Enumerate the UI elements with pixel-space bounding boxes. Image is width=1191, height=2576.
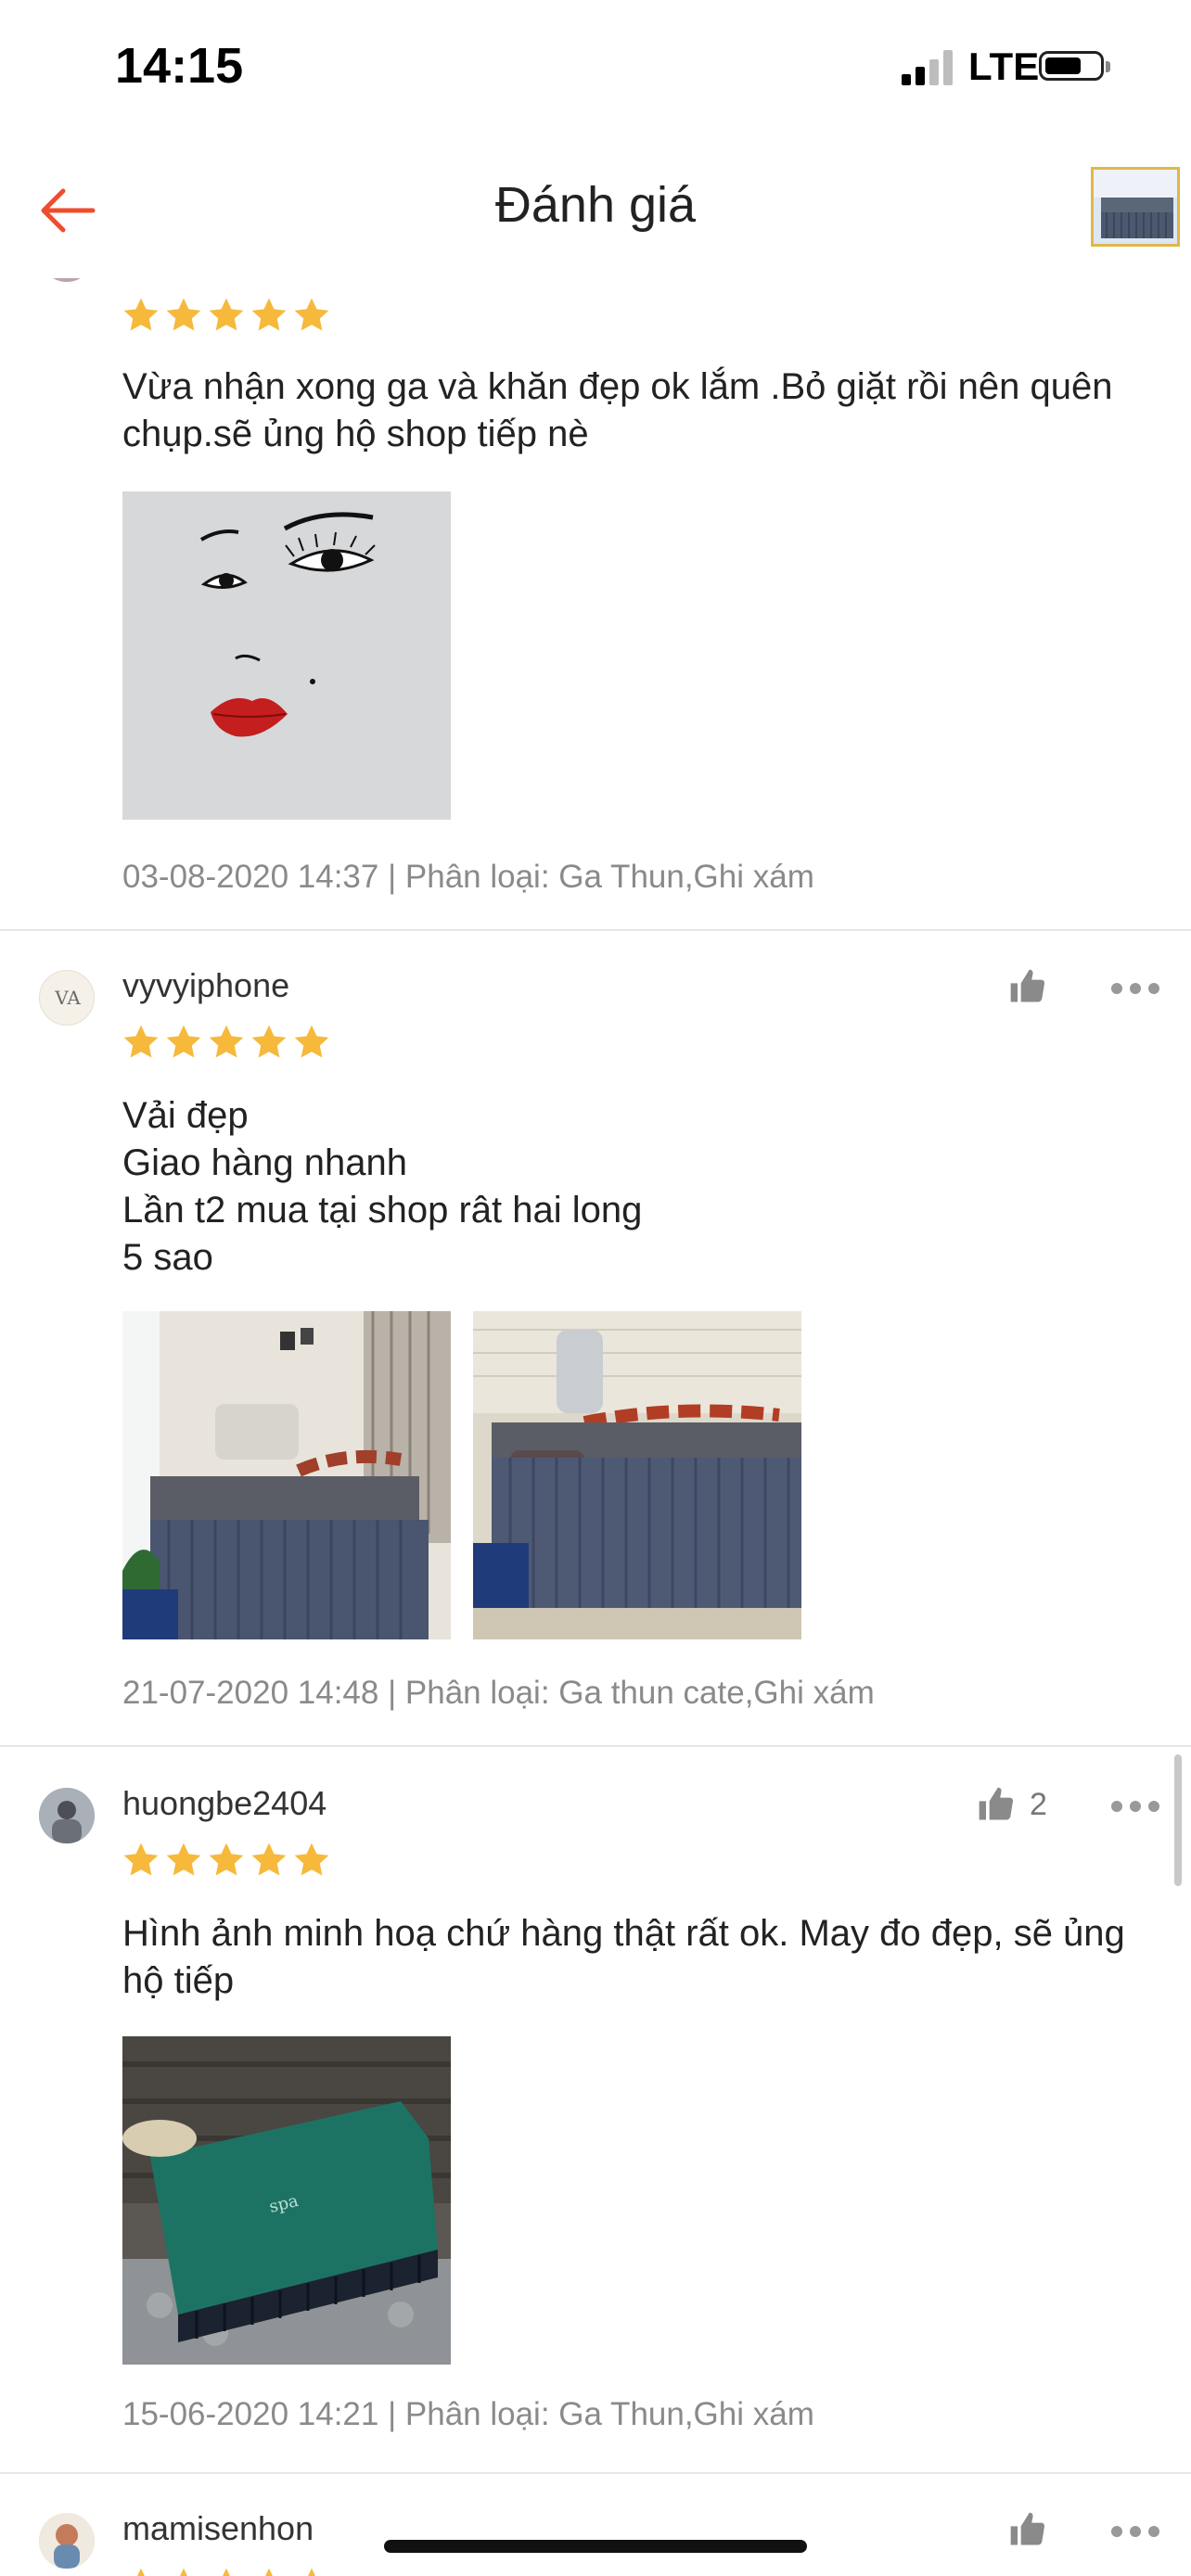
avatar[interactable] xyxy=(39,1788,95,1843)
review-item: Vừa nhận xong ga và khăn đẹp ok lắm .Bỏ … xyxy=(0,278,1191,931)
star-icon xyxy=(137,2568,145,2576)
review-meta: 15-06-2020 14:21 | Phân loại: Ga Thun,Gh… xyxy=(122,2396,814,2432)
green-towel-bed-photo[interactable]: spa xyxy=(122,2036,451,2365)
more-options-button[interactable] xyxy=(1111,2526,1159,2539)
battery-icon xyxy=(1039,51,1110,81)
star-icon xyxy=(223,2568,230,2576)
review-meta: 21-07-2020 14:48 | Phân loại: Ga thun ca… xyxy=(122,1675,875,1711)
like-button[interactable] xyxy=(1007,964,1061,1009)
star-icon xyxy=(265,2568,273,2576)
rating-stars xyxy=(121,1840,332,1881)
reviews-list[interactable]: Vừa nhận xong ga và khăn đẹp ok lắm .Bỏ … xyxy=(0,278,1191,2576)
rating-stars xyxy=(121,1022,332,1063)
star-icon xyxy=(294,298,329,331)
star-icon xyxy=(251,1025,287,1058)
star-icon xyxy=(294,1025,329,1058)
star-icon xyxy=(123,298,159,331)
review-item: mamisenhon xyxy=(0,2472,1191,2576)
review-text-line: Lần t2 mua tại shop rât hai long xyxy=(122,1190,643,1231)
review-username[interactable]: huongbe2404 xyxy=(122,1784,327,1823)
star-icon xyxy=(123,1843,159,1876)
star-icon xyxy=(209,1843,244,1876)
review-username[interactable]: vyvyiphone xyxy=(122,966,289,1005)
star-icon xyxy=(251,1843,287,1876)
spa-bed-photo[interactable] xyxy=(122,1311,451,1639)
like-button[interactable] xyxy=(1007,2507,1061,2552)
avatar[interactable] xyxy=(39,2513,95,2569)
star-icon xyxy=(180,2568,187,2576)
svg-text:VA: VA xyxy=(54,987,81,1009)
star-icon xyxy=(251,298,287,331)
star-icon xyxy=(166,1843,201,1876)
review-text-line: Giao hàng nhanh xyxy=(122,1142,407,1183)
review-text: Vải đẹp Giao hàng nhanh Lần t2 mua tại s… xyxy=(122,1092,1143,1282)
avatar[interactable]: VA xyxy=(39,970,95,1026)
review-text: Vừa nhận xong ga và khăn đẹp ok lắm .Bỏ … xyxy=(122,366,1113,454)
star-icon xyxy=(209,298,244,331)
thumbs-up-icon xyxy=(1010,969,1045,1002)
review-item: huongbe2404 2 Hình ảnh minh hoạ chứ hàng… xyxy=(0,1747,1191,2474)
star-icon xyxy=(308,2568,315,2576)
rating-stars xyxy=(121,2565,332,2576)
scrollbar[interactable] xyxy=(1174,1754,1182,1886)
more-options-button[interactable] xyxy=(1111,1801,1159,1814)
star-icon xyxy=(166,298,201,331)
status-bar: 14:15 LTE xyxy=(0,0,1191,139)
rating-stars xyxy=(121,295,332,336)
product-thumbnail[interactable] xyxy=(1091,167,1180,247)
page-title: Đánh giá xyxy=(494,177,697,233)
star-icon xyxy=(166,1025,201,1058)
star-icon xyxy=(123,1025,159,1058)
review-text-line: Vải đẹp xyxy=(122,1095,249,1136)
home-indicator[interactable] xyxy=(384,2540,807,2553)
like-button[interactable]: 2 xyxy=(976,1782,1047,1827)
review-text: Hình ảnh minh hoạ chứ hàng thật rất ok. … xyxy=(122,1913,1125,2001)
review-item: VA vyvyiphone Vải đẹp Giao hàng nhanh Lầ… xyxy=(0,929,1191,1747)
thumbs-up-icon xyxy=(979,1787,1014,1820)
header: Đánh giá xyxy=(0,139,1191,278)
like-count: 2 xyxy=(1030,1786,1047,1822)
bed-skirt-photo[interactable] xyxy=(473,1311,801,1639)
star-icon xyxy=(294,1843,329,1876)
review-username[interactable]: mamisenhon xyxy=(122,2509,314,2548)
signal-icon xyxy=(902,50,957,85)
face-drawing-photo[interactable] xyxy=(122,491,451,820)
thumbs-up-icon xyxy=(1010,2512,1045,2545)
more-options-button[interactable] xyxy=(1111,983,1159,996)
star-icon xyxy=(209,1025,244,1058)
avatar[interactable] xyxy=(39,278,95,282)
review-meta: 03-08-2020 14:37 | Phân loại: Ga Thun,Gh… xyxy=(122,859,814,895)
status-time: 14:15 xyxy=(115,38,244,94)
network-label: LTE xyxy=(968,45,1040,88)
review-text-line: 5 sao xyxy=(122,1237,213,1278)
